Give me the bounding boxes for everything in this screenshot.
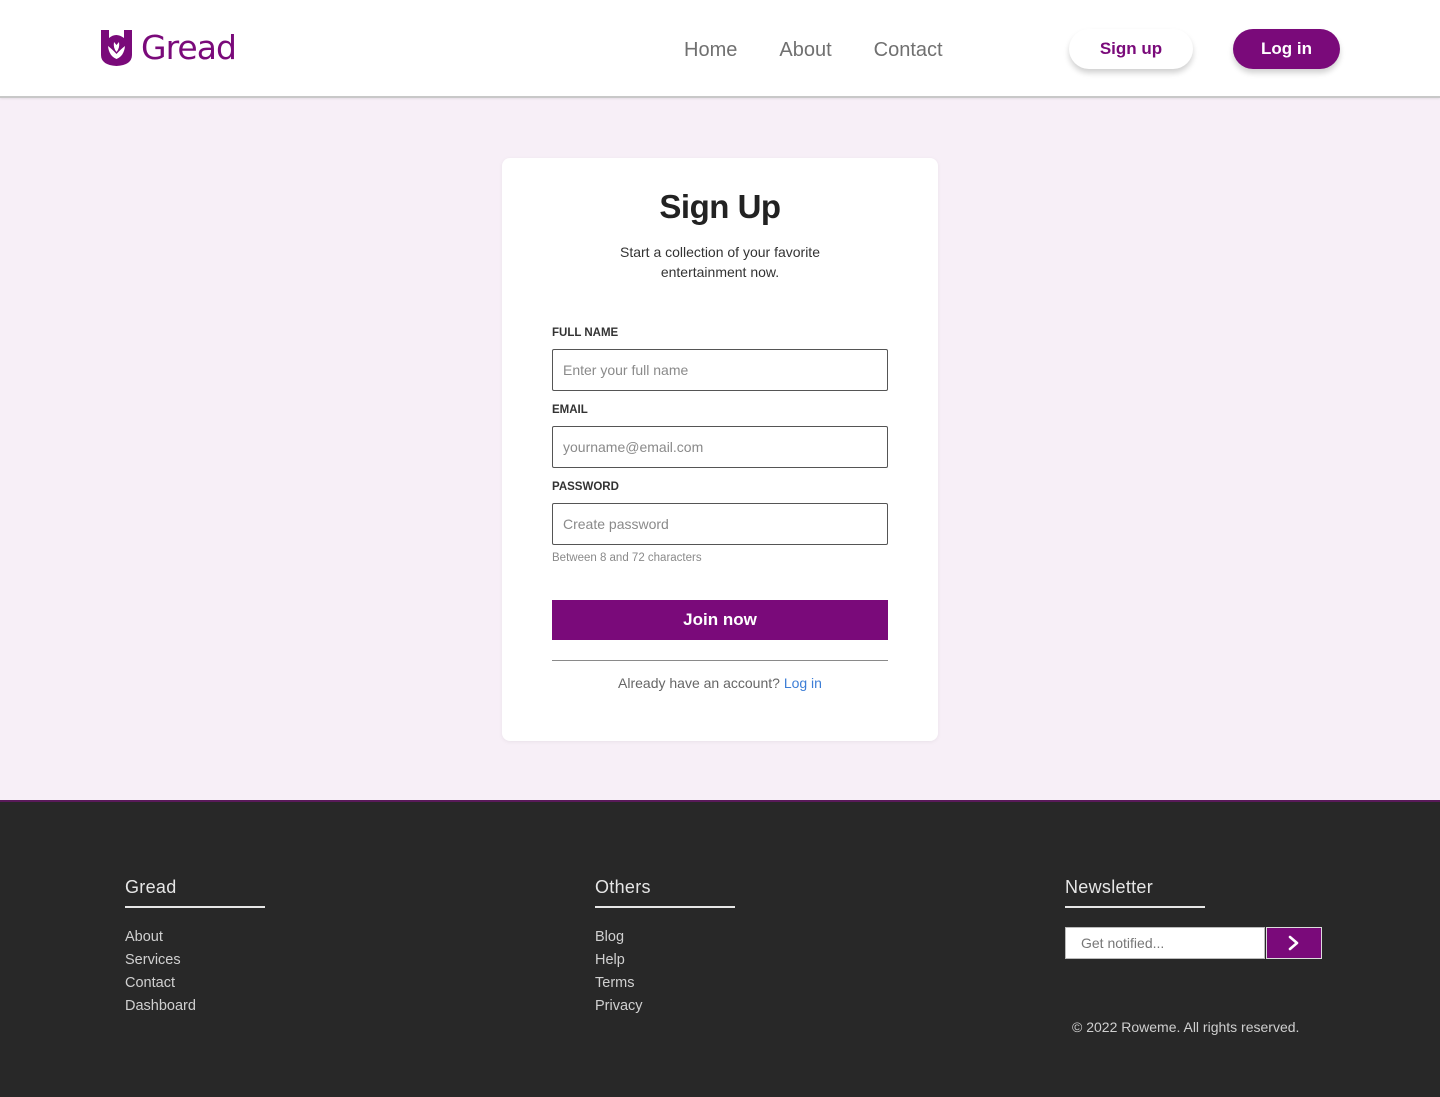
nav-about[interactable]: About <box>779 38 831 62</box>
already-account-text: Already have an account? Log in <box>502 675 938 691</box>
footer-col-gread: Gread About Services Contact Dashboard <box>125 877 265 1018</box>
footer-link-dashboard[interactable]: Dashboard <box>125 995 265 1018</box>
gread-logo-icon <box>101 30 132 66</box>
site-footer: Gread About Services Contact Dashboard O… <box>0 800 1440 1097</box>
logo-text: Gread <box>141 28 237 67</box>
email-label: EMAIL <box>552 404 588 416</box>
footer-col-newsletter: Newsletter <box>1065 877 1325 967</box>
footer-col-title: Gread <box>125 877 265 908</box>
header-login-button[interactable]: Log in <box>1233 29 1340 69</box>
full-name-input[interactable] <box>552 349 888 391</box>
chevron-right-icon <box>1288 935 1299 951</box>
password-label: PASSWORD <box>552 481 619 493</box>
footer-link-help[interactable]: Help <box>595 949 735 972</box>
main-nav: Home About Contact <box>684 38 985 62</box>
password-hint: Between 8 and 72 characters <box>552 552 702 564</box>
footer-link-blog[interactable]: Blog <box>595 926 735 949</box>
newsletter-title: Newsletter <box>1065 877 1205 908</box>
card-divider <box>552 660 888 661</box>
footer-link-terms[interactable]: Terms <box>595 972 735 995</box>
footer-link-privacy[interactable]: Privacy <box>595 995 735 1018</box>
footer-col-title: Others <box>595 877 735 908</box>
nav-home[interactable]: Home <box>684 38 737 62</box>
site-header: Gread Home About Contact Sign up Log in <box>0 0 1440 98</box>
email-input[interactable] <box>552 426 888 468</box>
header-signup-button[interactable]: Sign up <box>1069 29 1193 69</box>
signup-card: Sign Up Start a collection of your favor… <box>502 158 938 741</box>
footer-link-about[interactable]: About <box>125 926 265 949</box>
footer-link-contact[interactable]: Contact <box>125 972 265 995</box>
full-name-label: FULL NAME <box>552 327 619 339</box>
join-now-button[interactable]: Join now <box>552 600 888 640</box>
newsletter-email-input[interactable] <box>1065 927 1265 959</box>
login-link[interactable]: Log in <box>784 675 822 691</box>
already-account-label: Already have an account? <box>618 675 780 691</box>
password-input[interactable] <box>552 503 888 545</box>
nav-contact[interactable]: Contact <box>874 38 943 62</box>
newsletter-submit-button[interactable] <box>1266 927 1322 959</box>
signup-subtitle: Start a collection of your favorite ente… <box>620 244 820 280</box>
footer-link-services[interactable]: Services <box>125 949 265 972</box>
signup-title: Sign Up <box>659 188 781 225</box>
footer-col-others: Others Blog Help Terms Privacy <box>595 877 735 1018</box>
copyright-text: © 2022 Roweme. All rights reserved. <box>1072 1019 1300 1035</box>
logo[interactable]: Gread <box>100 28 237 68</box>
